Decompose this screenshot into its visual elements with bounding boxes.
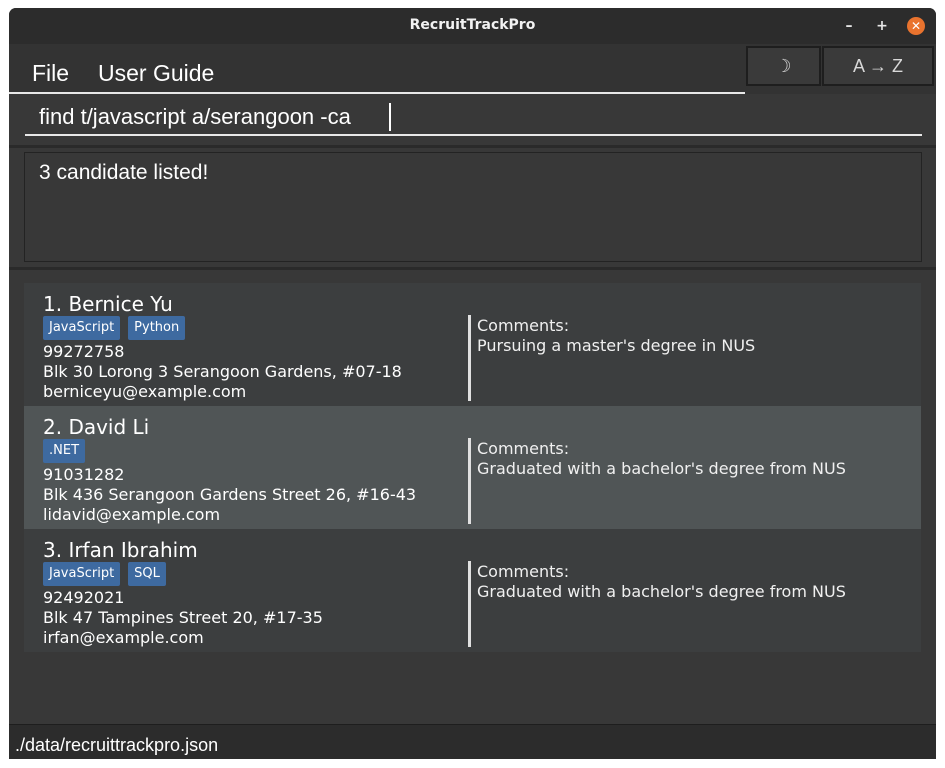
candidate-card-selected[interactable]: 2. David Li .NET 91031282 Blk 436 Serang… bbox=[24, 406, 921, 529]
comments-label: Comments: bbox=[477, 439, 570, 458]
tag: SQL bbox=[128, 562, 166, 586]
tag-list: JavaScript SQL bbox=[43, 562, 166, 586]
tag-list: JavaScript Python bbox=[43, 316, 186, 340]
tag: JavaScript bbox=[43, 562, 121, 586]
result-display: 3 candidate listed! bbox=[24, 152, 922, 262]
candidate-name: 3. Irfan Ibrahim bbox=[43, 538, 198, 562]
minimize-icon[interactable]: – bbox=[840, 17, 858, 35]
data-file-path: ./data/recruittrackpro.json bbox=[15, 735, 219, 755]
status-bar: ./data/recruittrackpro.json bbox=[9, 724, 936, 759]
menu-bar: File User Guide ☽ A → Z bbox=[9, 44, 936, 94]
tag-list: .NET bbox=[43, 439, 86, 463]
close-icon[interactable]: ✕ bbox=[907, 17, 925, 35]
candidate-email: lidavid@example.com bbox=[43, 505, 221, 524]
candidate-email: irfan@example.com bbox=[43, 628, 204, 647]
sort-button[interactable]: A → Z bbox=[822, 46, 934, 86]
candidate-card[interactable]: 3. Irfan Ibrahim JavaScript SQL 92492021… bbox=[24, 529, 921, 652]
maximize-icon[interactable]: + bbox=[873, 17, 891, 35]
comments-text: Graduated with a bachelor's degree from … bbox=[477, 459, 846, 478]
tag: .NET bbox=[43, 439, 86, 463]
candidate-name: 1. Bernice Yu bbox=[43, 292, 173, 316]
comments-divider bbox=[468, 315, 471, 401]
candidate-email: berniceyu@example.com bbox=[43, 382, 247, 401]
tag: Python bbox=[128, 316, 186, 340]
candidate-phone: 91031282 bbox=[43, 465, 125, 484]
menu-file[interactable]: File bbox=[32, 60, 69, 87]
candidate-phone: 99272758 bbox=[43, 342, 125, 361]
comments-label: Comments: bbox=[477, 562, 570, 581]
app-window: RecruitTrackPro – + ✕ File User Guide ☽ … bbox=[9, 8, 936, 759]
candidate-list[interactable]: 1. Bernice Yu JavaScript Python 99272758… bbox=[9, 272, 936, 724]
window-title: RecruitTrackPro bbox=[409, 17, 536, 33]
separator bbox=[9, 145, 936, 148]
result-message: 3 candidate listed! bbox=[39, 161, 209, 184]
candidate-card[interactable]: 1. Bernice Yu JavaScript Python 99272758… bbox=[24, 283, 921, 406]
text-caret bbox=[389, 103, 391, 131]
comments-label: Comments: bbox=[477, 316, 570, 335]
candidate-address: Blk 436 Serangoon Gardens Street 26, #16… bbox=[43, 485, 417, 504]
comments-divider bbox=[468, 561, 471, 647]
command-input[interactable] bbox=[25, 100, 922, 136]
menu-user-guide[interactable]: User Guide bbox=[98, 60, 214, 87]
separator bbox=[9, 267, 936, 270]
comments-text: Graduated with a bachelor's degree from … bbox=[477, 582, 846, 601]
theme-toggle-button[interactable]: ☽ bbox=[746, 46, 821, 86]
candidate-address: Blk 30 Lorong 3 Serangoon Gardens, #07-1… bbox=[43, 362, 402, 381]
candidate-name: 2. David Li bbox=[43, 415, 150, 439]
command-box bbox=[9, 94, 936, 146]
candidate-address: Blk 47 Tampines Street 20, #17-35 bbox=[43, 608, 323, 627]
comments-text: Pursuing a master's degree in NUS bbox=[477, 336, 756, 355]
title-bar: RecruitTrackPro – + ✕ bbox=[9, 8, 936, 44]
tag: JavaScript bbox=[43, 316, 121, 340]
comments-divider bbox=[468, 438, 471, 524]
candidate-phone: 92492021 bbox=[43, 588, 125, 607]
